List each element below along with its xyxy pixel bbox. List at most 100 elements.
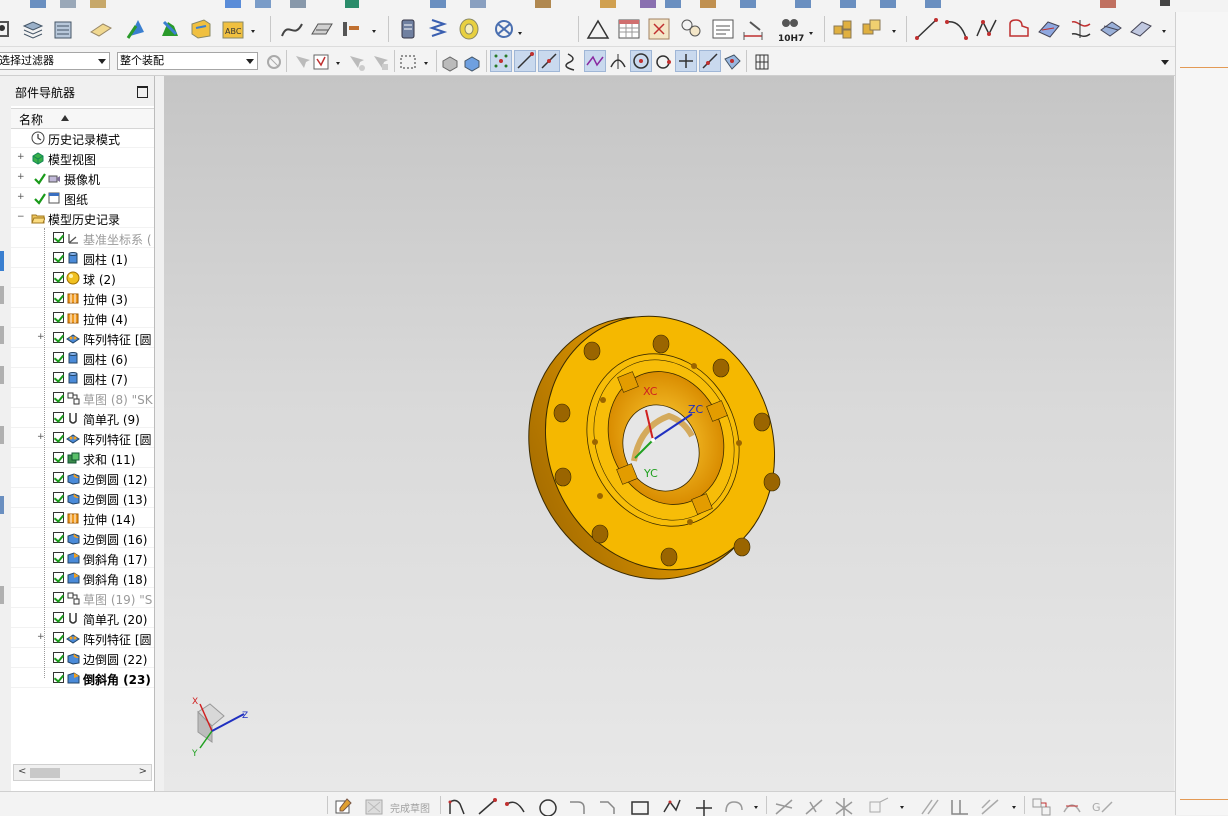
feature-visibility-checkbox[interactable]: [53, 392, 64, 403]
feature-visibility-checkbox[interactable]: [53, 252, 64, 263]
tree-node[interactable]: 圆柱 (1): [11, 248, 154, 268]
flange-part[interactable]: [490, 280, 812, 615]
quick-trim-icon[interactable]: [772, 796, 796, 816]
balloon-icon[interactable]: [678, 16, 704, 42]
assembly-components-icon[interactable]: [830, 16, 856, 42]
curve-network-icon[interactable]: [1068, 16, 1094, 42]
snap-point-on-curve-toggle[interactable]: [699, 50, 721, 72]
feature-visibility-checkbox[interactable]: [53, 372, 64, 383]
select-feature-icon[interactable]: [264, 52, 284, 72]
snap-arrow-icon[interactable]: [292, 52, 312, 72]
wire-harness-icon[interactable]: [492, 16, 532, 42]
parts-list-icon[interactable]: [646, 16, 672, 42]
sketch-node-icon[interactable]: [0, 18, 14, 40]
scrollbar-thumb[interactable]: [30, 768, 60, 778]
feature-visibility-checkbox[interactable]: [53, 572, 64, 583]
layer-stack-icon[interactable]: [22, 18, 44, 40]
tree-node[interactable]: 倒斜角 (23): [11, 668, 154, 688]
auto-dimension-icon[interactable]: [978, 796, 1022, 816]
snap-control-point-icon[interactable]: [562, 51, 582, 73]
expand-icon[interactable]: +: [37, 633, 45, 642]
finish-sketch-label[interactable]: 完成草图: [390, 800, 430, 815]
tree-node[interactable]: 边倒圆 (12): [11, 468, 154, 488]
assembly-scope-dropdown[interactable]: 整个装配: [117, 52, 258, 70]
polygon-icon[interactable]: [660, 796, 684, 816]
text-feature-icon[interactable]: ABC: [221, 16, 257, 42]
eraser-icon[interactable]: [88, 18, 114, 40]
bearing-icon[interactable]: [456, 16, 482, 42]
tree-node[interactable]: 历史记录模式: [11, 128, 154, 148]
tree-node[interactable]: + 阵列特征 [圆: [11, 428, 154, 448]
model-view[interactable]: XC YC ZC X Y Z: [164, 76, 1174, 791]
snap-existing-point-toggle[interactable]: [675, 50, 697, 72]
tree-node[interactable]: − 模型历史记录: [11, 208, 154, 228]
quick-extend-icon[interactable]: [802, 796, 826, 816]
tree-node[interactable]: 边倒圆 (13): [11, 488, 154, 508]
profile-icon[interactable]: [1006, 16, 1032, 42]
tree-node[interactable]: 基准坐标系 (: [11, 228, 154, 248]
feature-visibility-checkbox[interactable]: [53, 352, 64, 363]
chamfer-sketch-icon[interactable]: [596, 796, 620, 816]
tree-node[interactable]: 拉伸 (4): [11, 308, 154, 328]
feature-visibility-checkbox[interactable]: [53, 292, 64, 303]
tree-node[interactable]: + 图纸: [11, 188, 154, 208]
show-constraints-icon[interactable]: [1030, 796, 1056, 816]
convert-reference-icon[interactable]: G: [1090, 796, 1116, 816]
sweep-icon[interactable]: [1098, 16, 1124, 42]
feature-visibility-checkbox[interactable]: [53, 592, 64, 603]
feature-visibility-checkbox[interactable]: [53, 532, 64, 543]
tree-node[interactable]: 求和 (11): [11, 448, 154, 468]
snap-endpoint-toggle[interactable]: [514, 50, 536, 72]
rectangle-icon[interactable]: [628, 796, 652, 816]
parallel-constraint-icon[interactable]: [918, 796, 942, 816]
feature-visibility-checkbox[interactable]: [53, 632, 64, 643]
triangle-icon[interactable]: [586, 18, 610, 40]
measure-distance-icon[interactable]: [396, 16, 420, 42]
scroll-right-icon[interactable]: >: [139, 766, 147, 777]
surface-patch-icon[interactable]: [1036, 16, 1062, 42]
surface-icon[interactable]: [310, 18, 336, 40]
tree-node[interactable]: 圆柱 (6): [11, 348, 154, 368]
note-icon[interactable]: [710, 16, 736, 42]
feature-visibility-checkbox[interactable]: [53, 652, 64, 663]
alternate-solution-icon[interactable]: [1060, 796, 1086, 816]
finish-sketch-icon[interactable]: [363, 796, 387, 816]
arc-icon[interactable]: [504, 796, 528, 816]
feature-visibility-checkbox[interactable]: [53, 332, 64, 343]
expand-icon[interactable]: +: [17, 173, 25, 182]
tree-node[interactable]: + 阵列特征 [圆: [11, 628, 154, 648]
tree-node[interactable]: 圆柱 (7): [11, 368, 154, 388]
collapse-icon[interactable]: −: [17, 213, 25, 222]
tree-node[interactable]: 简单孔 (20): [11, 608, 154, 628]
checkmark-icon[interactable]: [33, 171, 47, 185]
snap-intersection-toggle[interactable]: [584, 50, 606, 72]
tree-node[interactable]: 拉伸 (3): [11, 288, 154, 308]
toolbar-overflow-icon[interactable]: [1160, 59, 1170, 67]
toolbar-row-1-icons[interactable]: [0, 0, 1228, 12]
circle-icon[interactable]: [536, 796, 560, 816]
feature-visibility-checkbox[interactable]: [53, 512, 64, 523]
perpendicular-dimension-icon[interactable]: [948, 796, 972, 816]
constraints-icon[interactable]: [866, 796, 910, 816]
checkmark-icon[interactable]: [33, 191, 47, 205]
section-curve-icon[interactable]: [340, 18, 380, 40]
line-icon[interactable]: [914, 16, 940, 42]
tree-node[interactable]: 拉伸 (14): [11, 508, 154, 528]
table-icon[interactable]: [616, 16, 642, 42]
tree-node[interactable]: 边倒圆 (16): [11, 528, 154, 548]
studio-spline-icon[interactable]: [974, 16, 1000, 42]
snap-midpoint-toggle[interactable]: [538, 50, 560, 72]
feature-visibility-checkbox[interactable]: [53, 312, 64, 323]
feature-visibility-checkbox[interactable]: [53, 452, 64, 463]
snap-tangent-icon[interactable]: [608, 51, 628, 73]
navigator-horizontal-scrollbar[interactable]: < >: [13, 764, 152, 781]
select-child-icon[interactable]: [346, 52, 366, 72]
fillet-icon[interactable]: [566, 796, 590, 816]
select-parent-icon[interactable]: [370, 52, 390, 72]
tree-node[interactable]: 倒斜角 (17): [11, 548, 154, 568]
rectangle-select-icon[interactable]: [398, 51, 434, 73]
tree-node[interactable]: 简单孔 (9): [11, 408, 154, 428]
maximize-icon[interactable]: [137, 86, 148, 98]
name-column-header[interactable]: 名称: [11, 108, 154, 129]
assembly-constraints-icon[interactable]: [860, 16, 900, 42]
